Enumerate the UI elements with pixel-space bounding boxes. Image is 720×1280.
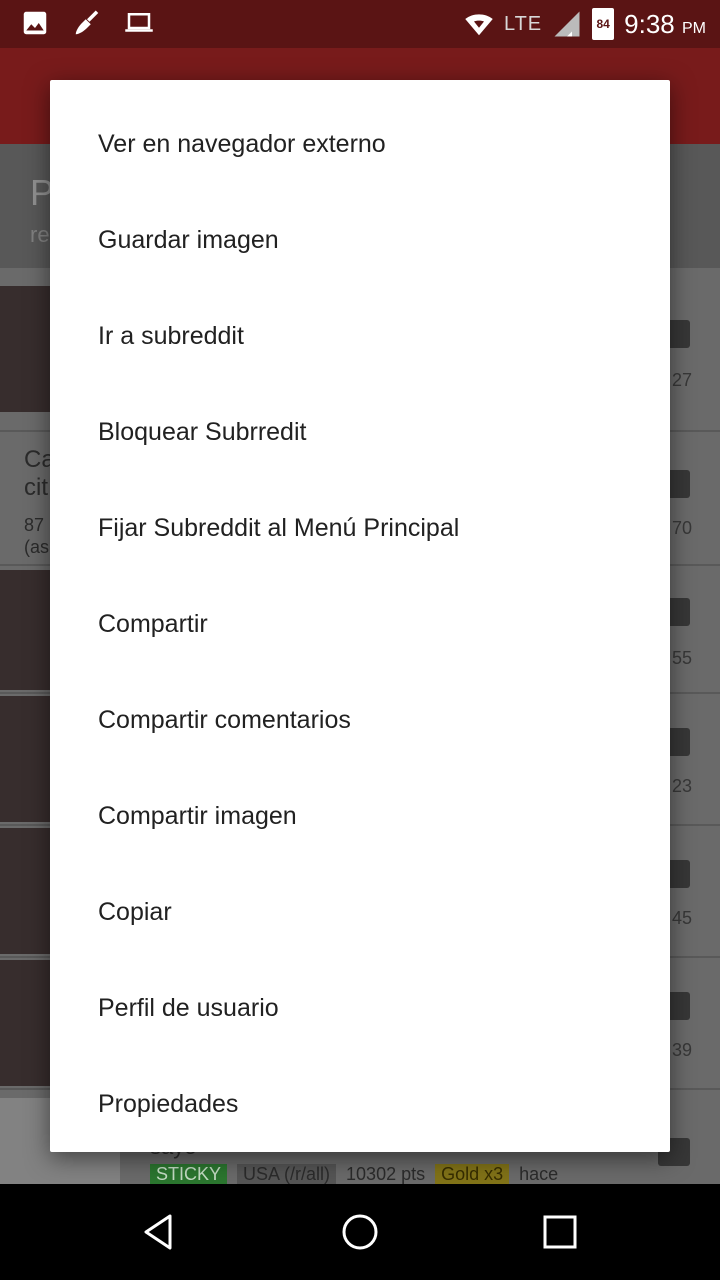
menu-item-share-comments[interactable]: Compartir comentarios	[50, 672, 670, 768]
menu-item-share-image[interactable]: Compartir imagen	[50, 768, 670, 864]
menu-item-user-profile[interactable]: Perfil de usuario	[50, 960, 670, 1056]
wifi-icon	[465, 14, 493, 36]
network-type: LTE	[503, 12, 543, 35]
menu-item-save-image[interactable]: Guardar imagen	[50, 192, 670, 288]
post-context-menu: Ver en navegador externo Guardar imagen …	[50, 80, 670, 1152]
back-icon[interactable]	[140, 1212, 180, 1252]
menu-item-properties[interactable]: Propiedades	[50, 1056, 670, 1152]
clock-ampm: PM	[682, 19, 706, 37]
menu-item-pin-subreddit[interactable]: Fijar Subreddit al Menú Principal	[50, 480, 670, 576]
navigation-bar	[0, 1184, 720, 1280]
battery-icon: 84	[592, 8, 615, 40]
menu-item-block-subreddit[interactable]: Bloquear Subrredit	[50, 384, 670, 480]
home-icon[interactable]	[340, 1212, 380, 1252]
recents-icon[interactable]	[540, 1212, 580, 1252]
menu-item-share[interactable]: Compartir	[50, 576, 670, 672]
clock: 9:38 PM	[624, 9, 706, 40]
laptop-icon	[125, 13, 153, 32]
menu-item-copy[interactable]: Copiar	[50, 864, 670, 960]
signal-icon	[554, 11, 580, 37]
menu-item-open-external-browser[interactable]: Ver en navegador externo	[50, 96, 670, 192]
menu-item-go-to-subreddit[interactable]: Ir a subreddit	[50, 288, 670, 384]
status-bar: LTE 84 9:38 PM	[0, 0, 720, 48]
broom-icon	[75, 10, 99, 35]
clock-time: 9:38	[624, 8, 675, 39]
image-icon	[23, 11, 47, 35]
